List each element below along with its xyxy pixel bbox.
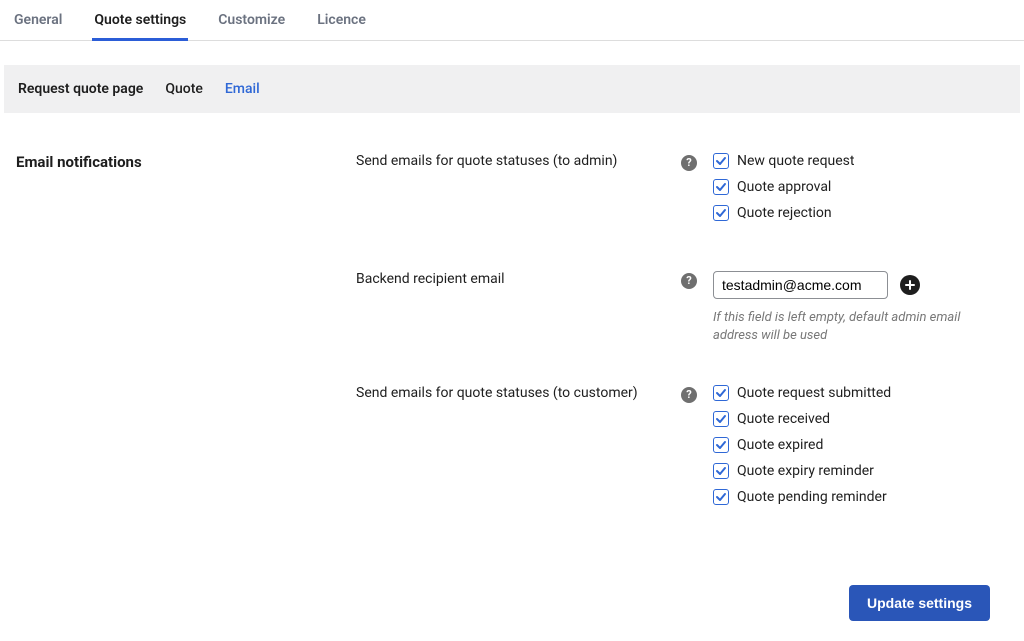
customer-statuses-options: Quote request submitted Quote received Q… — [713, 385, 1008, 515]
checkbox-quote-received[interactable] — [713, 411, 729, 427]
checkbox-label: New quote request — [737, 153, 854, 169]
checkbox-label: Quote expiry reminder — [737, 463, 874, 479]
checkbox-quote-approval[interactable] — [713, 179, 729, 195]
footer-actions: Update settings — [0, 575, 1024, 641]
checkbox-label: Quote received — [737, 411, 830, 427]
checkbox-label: Quote approval — [737, 179, 831, 195]
checkbox-quote-expired[interactable] — [713, 437, 729, 453]
help-icon[interactable]: ? — [681, 387, 697, 403]
checkbox-label: Quote pending reminder — [737, 489, 887, 505]
tab-quote-settings[interactable]: Quote settings — [92, 8, 188, 41]
checkbox-label: Quote rejection — [737, 205, 832, 221]
add-email-button[interactable] — [900, 275, 920, 295]
checkbox-quote-rejection[interactable] — [713, 205, 729, 221]
backend-email-label: Backend recipient email — [356, 271, 681, 287]
help-icon[interactable]: ? — [681, 273, 697, 289]
backend-email-input[interactable] — [713, 271, 888, 299]
tab-general[interactable]: General — [12, 8, 64, 41]
admin-statuses-label: Send emails for quote statuses (to admin… — [356, 153, 681, 169]
checkbox-quote-request-submitted[interactable] — [713, 385, 729, 401]
subtab-request-quote-page[interactable]: Request quote page — [18, 81, 143, 97]
checkbox-quote-expiry-reminder[interactable] — [713, 463, 729, 479]
help-icon[interactable]: ? — [681, 155, 697, 171]
settings-content: Email notifications Send emails for quot… — [0, 113, 1024, 575]
checkbox-label: Quote expired — [737, 437, 823, 453]
customer-statuses-label: Send emails for quote statuses (to custo… — [356, 385, 681, 401]
tab-customize[interactable]: Customize — [216, 8, 287, 41]
checkbox-label: Quote request submitted — [737, 385, 891, 401]
sub-tabs: Request quote page Quote Email — [4, 65, 1020, 113]
update-settings-button[interactable]: Update settings — [849, 585, 990, 621]
checkbox-quote-pending-reminder[interactable] — [713, 489, 729, 505]
checkbox-new-quote-request[interactable] — [713, 153, 729, 169]
admin-statuses-options: New quote request Quote approval Quote r… — [713, 153, 1008, 231]
subtab-email[interactable]: Email — [225, 81, 260, 97]
main-tabs: General Quote settings Customize Licence — [0, 0, 1024, 41]
section-title: Email notifications — [16, 153, 356, 171]
backend-email-helper: If this field is left empty, default adm… — [713, 309, 1008, 345]
subtab-quote[interactable]: Quote — [165, 81, 203, 97]
tab-licence[interactable]: Licence — [315, 8, 368, 41]
